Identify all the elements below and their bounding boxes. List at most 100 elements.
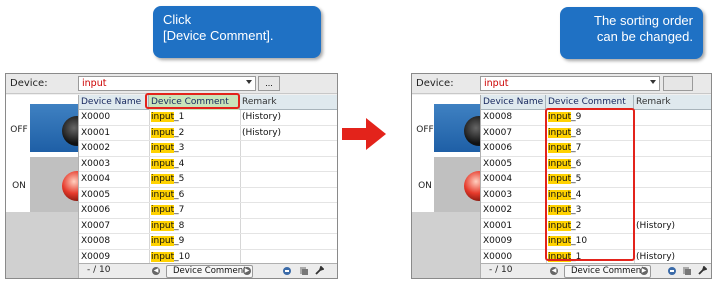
- browse-button[interactable]: [663, 76, 693, 91]
- remark-cell: (History): [636, 220, 676, 231]
- device-name-cell: X0006: [81, 205, 111, 215]
- device-comment-cell: input_9: [149, 234, 184, 249]
- list-item[interactable]: X0003 input_4: [79, 157, 337, 172]
- search-match-highlight: input: [151, 143, 175, 153]
- list-item[interactable]: X0007 input_8: [79, 219, 337, 234]
- device-combo-value: input: [82, 78, 107, 89]
- comment-suffix: _5: [174, 174, 185, 184]
- search-match-highlight: input: [151, 205, 175, 215]
- list-item[interactable]: X0008 input_9: [79, 234, 337, 250]
- device-comment-cell: input_3: [149, 141, 184, 156]
- device-name-cell: X0003: [483, 189, 513, 200]
- device-name-cell: X0009: [483, 236, 513, 246]
- remark-cell: [240, 188, 242, 203]
- device-label: Device:: [416, 78, 454, 89]
- dropdown-arrow-icon[interactable]: [650, 80, 656, 84]
- list-item[interactable]: X0006 input_7: [79, 203, 337, 219]
- list-item[interactable]: X0001 input_2 (History): [79, 126, 337, 141]
- comment-column-highlight: [545, 108, 635, 261]
- search-match-highlight: input: [151, 112, 175, 122]
- dropdown-arrow-icon[interactable]: [246, 80, 252, 84]
- wrench-icon[interactable]: [314, 266, 324, 276]
- list-item[interactable]: X0002 input_3: [79, 141, 337, 157]
- remark-cell: [240, 141, 242, 156]
- callout-left: Click [Device Comment].: [153, 6, 321, 58]
- on-label: ON: [12, 181, 26, 191]
- list-item[interactable]: X0000 input_1 (History): [79, 110, 337, 126]
- comment-suffix: _7: [174, 205, 185, 215]
- device-comment-cell: input_2: [149, 126, 184, 141]
- list-item[interactable]: X0004 input_5: [79, 172, 337, 188]
- device-name-cell: X0007: [81, 220, 111, 231]
- search-match-highlight: input: [151, 220, 175, 231]
- search-match-highlight: input: [151, 174, 175, 184]
- comment-suffix: _2: [174, 127, 185, 138]
- remark-cell: (History): [242, 127, 282, 138]
- device-name-cell: X0001: [81, 127, 111, 138]
- device-list: Device Name Device Comment Remark X0000 i…: [78, 95, 337, 278]
- callout-right: The sorting order can be changed.: [560, 7, 703, 59]
- copy-icon[interactable]: [299, 266, 309, 276]
- device-name-cell: X0000: [81, 112, 111, 122]
- device-name-cell: X0008: [81, 236, 111, 246]
- browse-button[interactable]: ...: [258, 76, 280, 91]
- remark-cell: (History): [242, 112, 282, 122]
- device-row: Device: input ...: [6, 74, 337, 94]
- device-name-cell: X0005: [483, 158, 513, 169]
- device-combo[interactable]: input: [480, 76, 660, 91]
- device-name-cell: X0002: [483, 205, 513, 215]
- remark-cell: [240, 157, 242, 172]
- callout-left-line2: [Device Comment].: [163, 28, 274, 43]
- remark-cell: [240, 172, 242, 187]
- page-indicator: - / 10: [489, 265, 513, 275]
- status-side-pane: OFF ON: [6, 95, 92, 278]
- remark-cell: [240, 234, 242, 249]
- device-name-cell: X0002: [81, 143, 111, 153]
- device-name-cell: X0004: [81, 174, 111, 184]
- remark-cell: [240, 219, 242, 234]
- device-combo-value: input: [484, 78, 509, 89]
- device-name-cell: X0005: [81, 189, 111, 200]
- copy-icon[interactable]: [682, 266, 692, 276]
- off-label: OFF: [10, 125, 28, 135]
- device-name-cell: X0004: [483, 174, 513, 184]
- column-device-name[interactable]: Device Name: [79, 95, 149, 110]
- status-side-pane: OFF ON: [412, 95, 494, 278]
- device-name-cell: X0008: [483, 112, 513, 122]
- device-label: Device:: [10, 78, 48, 89]
- device-combo[interactable]: input: [78, 76, 256, 91]
- prev-sort-icon[interactable]: ◀: [550, 267, 558, 275]
- comment-suffix: _8: [174, 220, 185, 231]
- column-remark[interactable]: Remark: [240, 95, 326, 110]
- remark-cell: [240, 203, 242, 218]
- wrench-icon[interactable]: [697, 266, 707, 276]
- device-comment-highlight: [145, 93, 240, 109]
- next-sort-icon[interactable]: ▶: [243, 267, 251, 275]
- callout-left-line1: Click: [163, 12, 192, 27]
- transition-arrow-icon: [342, 118, 386, 150]
- sort-device-comment-button[interactable]: Device Comment: [166, 265, 254, 278]
- page-indicator: - / 10: [87, 265, 111, 275]
- on-label: ON: [418, 181, 432, 191]
- device-row: Device: input: [412, 74, 711, 94]
- search-match-highlight: input: [151, 251, 175, 262]
- device-comment-cell: input_8: [149, 219, 184, 234]
- column-device-name[interactable]: Device Name: [481, 95, 546, 110]
- prev-sort-icon[interactable]: ◀: [152, 267, 160, 275]
- search-match-highlight: input: [151, 127, 175, 138]
- comment-suffix: _1: [174, 112, 185, 122]
- filter-icon[interactable]: [667, 266, 677, 276]
- next-sort-icon[interactable]: ▶: [640, 267, 648, 275]
- comment-suffix: _4: [174, 158, 185, 169]
- comment-suffix: _3: [174, 143, 185, 153]
- device-name-cell: X0003: [81, 158, 111, 169]
- filter-icon[interactable]: [282, 266, 292, 276]
- device-name-cell: X0007: [483, 127, 513, 138]
- search-match-highlight: input: [151, 236, 175, 246]
- list-item[interactable]: X0005 input_6: [79, 188, 337, 203]
- callout-right-line2: can be changed.: [596, 29, 693, 44]
- comment-suffix: _9: [174, 236, 185, 246]
- column-remark[interactable]: Remark: [634, 95, 711, 110]
- sort-device-comment-button[interactable]: Device Comment: [564, 265, 652, 278]
- device-comment-cell: input_7: [149, 203, 184, 218]
